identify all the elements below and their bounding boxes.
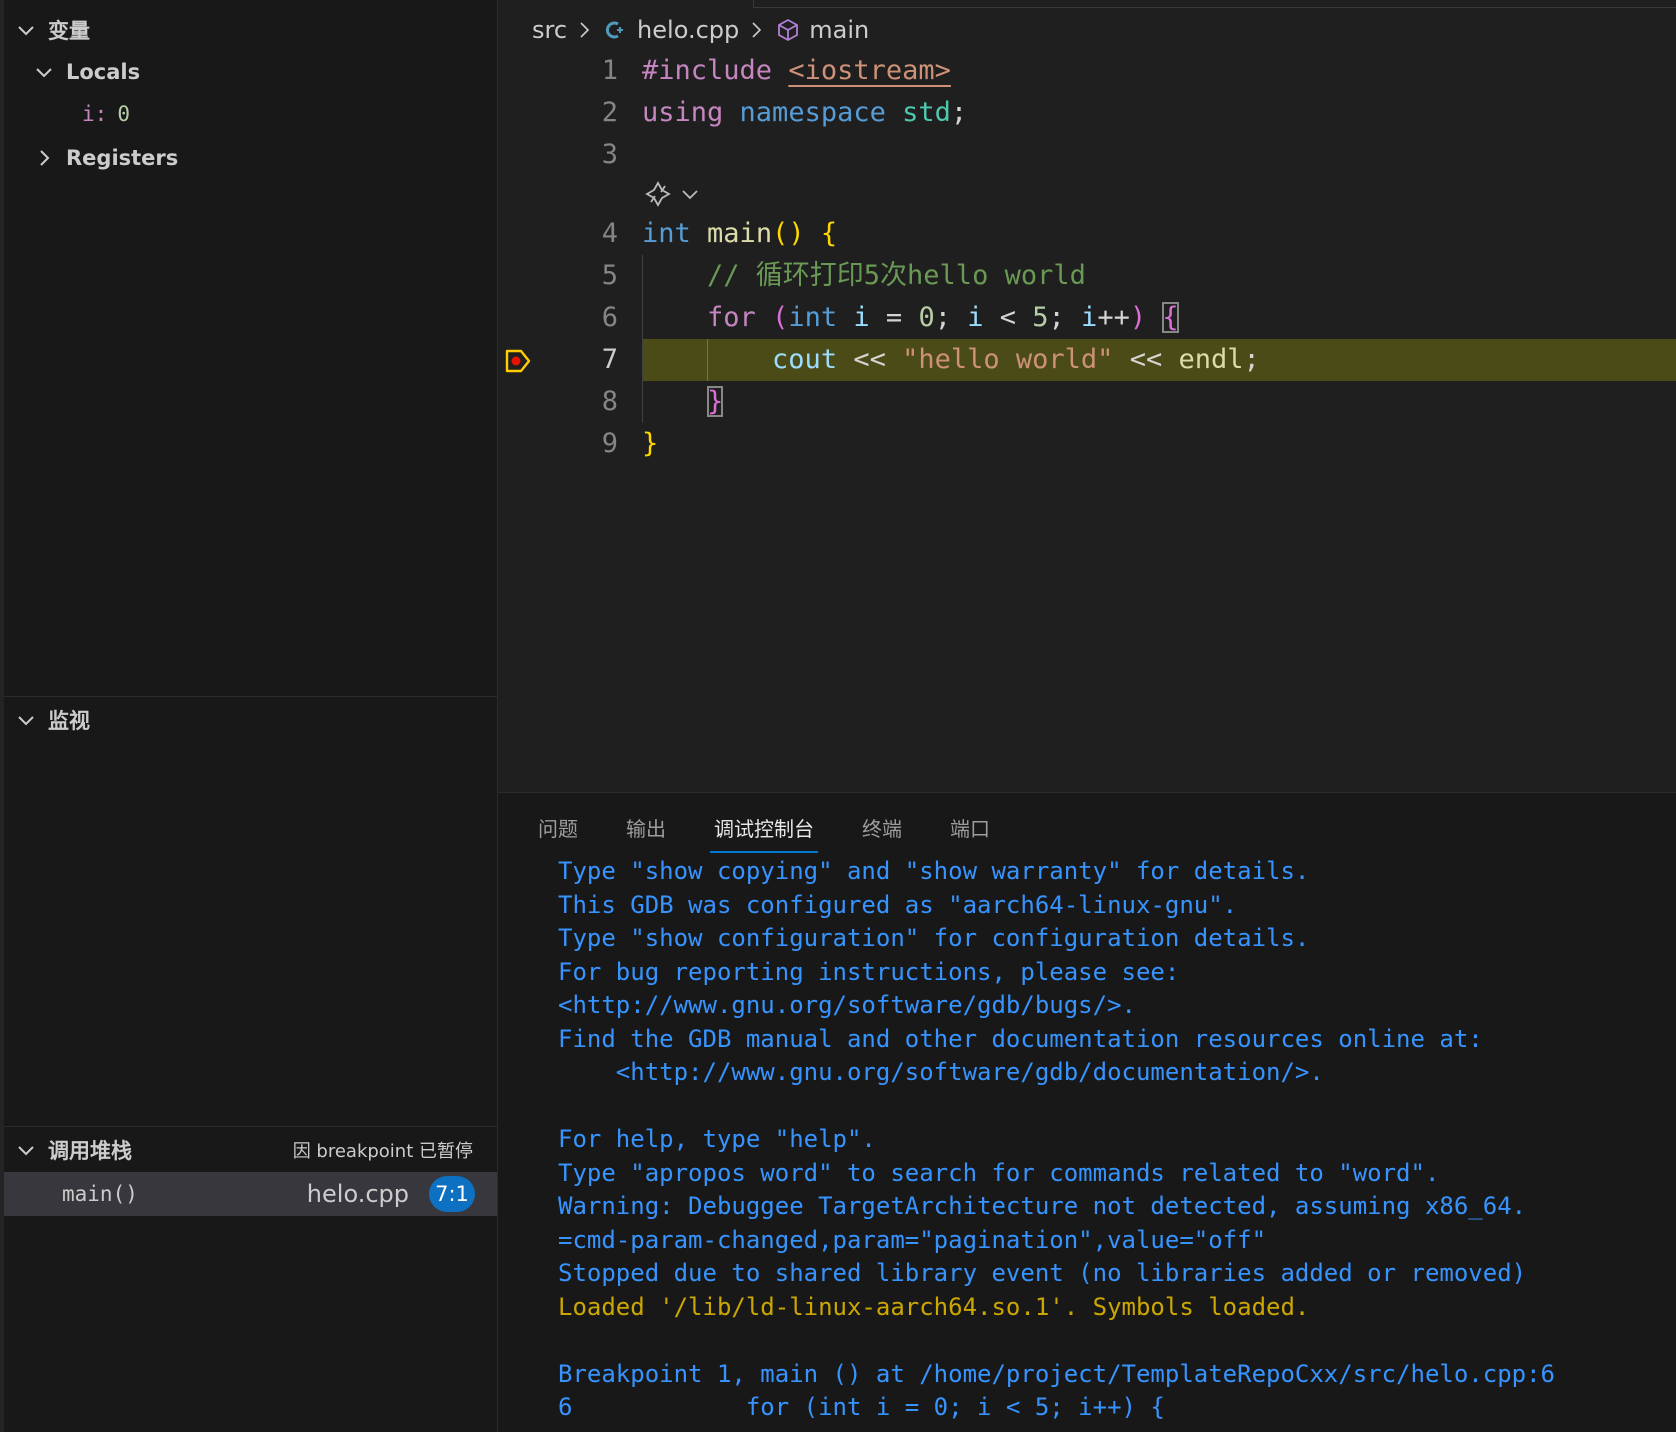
console-line: Loaded '/lib/ld-linux-aarch64.so.1'. Sym…	[558, 1292, 1310, 1321]
frame-file: helo.cpp	[306, 1180, 409, 1208]
callstack-title: 调用堆栈	[48, 1139, 132, 1163]
console-line: This GDB was configured as "aarch64-linu…	[558, 890, 1238, 919]
registers-scope[interactable]: Registers	[4, 138, 497, 178]
breadcrumb-folder[interactable]: src	[532, 16, 567, 44]
section-divider	[4, 1126, 497, 1127]
line-number-current: 7	[601, 344, 618, 375]
line-number: 3	[601, 139, 618, 170]
locals-scope[interactable]: Locals	[4, 52, 497, 92]
chevron-right-icon	[749, 20, 765, 40]
variables-section-header[interactable]: 变量	[4, 10, 497, 50]
line-number: 2	[601, 97, 618, 128]
code-editor[interactable]: src helo.cpp main 1 2 3 4 5 6 7 8 9 #inc…	[498, 0, 1676, 792]
breadcrumb-symbol[interactable]: main	[809, 16, 869, 44]
console-line: Type "show configuration" for configurat…	[558, 924, 1310, 952]
codelens[interactable]	[644, 180, 700, 208]
code-line[interactable]	[642, 134, 1676, 176]
chevron-down-icon	[14, 18, 38, 42]
chevron-down-icon	[14, 708, 38, 732]
tab-problems[interactable]: 问题	[538, 793, 578, 861]
console-line: Breakpoint 1, main () at /home/project/T…	[558, 1359, 1555, 1388]
tab-output[interactable]: 输出	[626, 793, 666, 861]
section-divider	[4, 696, 497, 697]
debug-console-output[interactable]: Type "show copying" and "show warranty" …	[558, 855, 1676, 1432]
code-line[interactable]: #include <iostream>	[642, 50, 1676, 92]
console-line: Find the GDB manual and other documentat…	[558, 1024, 1483, 1053]
bottom-panel: 问题 输出 调试控制台 终端 端口 Type "show copying" an…	[498, 792, 1676, 1432]
debug-sidebar: 变量 Locals i : 0 Registers 监视 调用堆栈 因 brea…	[0, 0, 498, 1432]
chevron-down-icon	[682, 190, 698, 200]
breadcrumb: src helo.cpp main	[532, 12, 869, 48]
variable-row[interactable]: i : 0	[82, 94, 130, 134]
cpp-file-icon	[603, 18, 629, 42]
variable-name: i	[82, 102, 95, 126]
line-number: 1	[601, 55, 618, 86]
code-line[interactable]: int main() {	[642, 213, 1676, 255]
console-line: For bug reporting instructions, please s…	[558, 957, 1180, 986]
tab-ports[interactable]: 端口	[950, 793, 990, 861]
code-line[interactable]: for (int i = 0; i < 5; i++) {	[642, 297, 1676, 339]
chevron-down-icon	[14, 1138, 38, 1162]
frame-position-badge: 7:1	[429, 1176, 475, 1212]
line-number: 9	[601, 428, 618, 459]
chevron-right-icon	[32, 146, 56, 170]
stack-frame-row[interactable]: main() helo.cpp 7:1	[4, 1172, 497, 1216]
console-line: For help, type "help".	[558, 1125, 876, 1153]
line-number: 4	[601, 218, 618, 249]
code-line[interactable]: }	[642, 423, 1676, 465]
tab-debug-console[interactable]: 调试控制台	[710, 793, 818, 861]
callstack-section-header[interactable]: 调用堆栈 因 breakpoint 已暂停	[4, 1130, 497, 1170]
console-line: <http://www.gnu.org/software/gdb/bugs/>.	[558, 991, 1136, 1019]
chevron-down-icon	[32, 60, 56, 84]
frame-function: main()	[62, 1182, 138, 1206]
console-line: <http://www.gnu.org/software/gdb/documen…	[558, 1058, 1324, 1086]
console-line: Type "apropos word" to search for comman…	[558, 1158, 1440, 1187]
line-number: 6	[601, 302, 618, 333]
console-line: Type "show copying" and "show warranty" …	[558, 857, 1310, 885]
code-line[interactable]: }	[642, 381, 1676, 423]
variable-value: 0	[117, 102, 130, 126]
console-line: Warning: Debuggee TargetArchitecture not…	[558, 1192, 1527, 1220]
watch-title: 监视	[48, 709, 90, 733]
chevron-right-icon	[577, 20, 593, 40]
tab-terminal[interactable]: 终端	[862, 793, 902, 861]
variables-title: 变量	[48, 19, 90, 43]
breadcrumb-file[interactable]: helo.cpp	[637, 16, 739, 44]
console-line: =cmd-param-changed,param="pagination",va…	[558, 1225, 1267, 1254]
editor-tab-border	[753, 0, 1676, 8]
line-number: 5	[601, 260, 618, 291]
console-line: 6 for (int i = 0; i < 5; i++) {	[558, 1393, 1165, 1421]
method-cube-icon	[775, 17, 801, 43]
code-line[interactable]: using namespace std;	[642, 92, 1676, 134]
panel-tabs: 问题 输出 调试控制台 终端 端口	[498, 793, 1676, 861]
code-line-current[interactable]: cout << "hello world" << endl;	[642, 339, 1676, 381]
line-number: 8	[601, 386, 618, 417]
code-line[interactable]: // 循环打印5次hello world	[642, 255, 1676, 297]
watch-section-header[interactable]: 监视	[4, 700, 497, 740]
locals-label: Locals	[66, 60, 141, 84]
registers-label: Registers	[66, 146, 179, 170]
vscode-debug-window: 变量 Locals i : 0 Registers 监视 调用堆栈 因 brea…	[0, 0, 1676, 1432]
copilot-sparkle-icon	[645, 181, 671, 207]
console-line: Stopped due to shared library event (no …	[558, 1259, 1527, 1287]
paused-status: 因 breakpoint 已暂停	[292, 1141, 473, 1162]
